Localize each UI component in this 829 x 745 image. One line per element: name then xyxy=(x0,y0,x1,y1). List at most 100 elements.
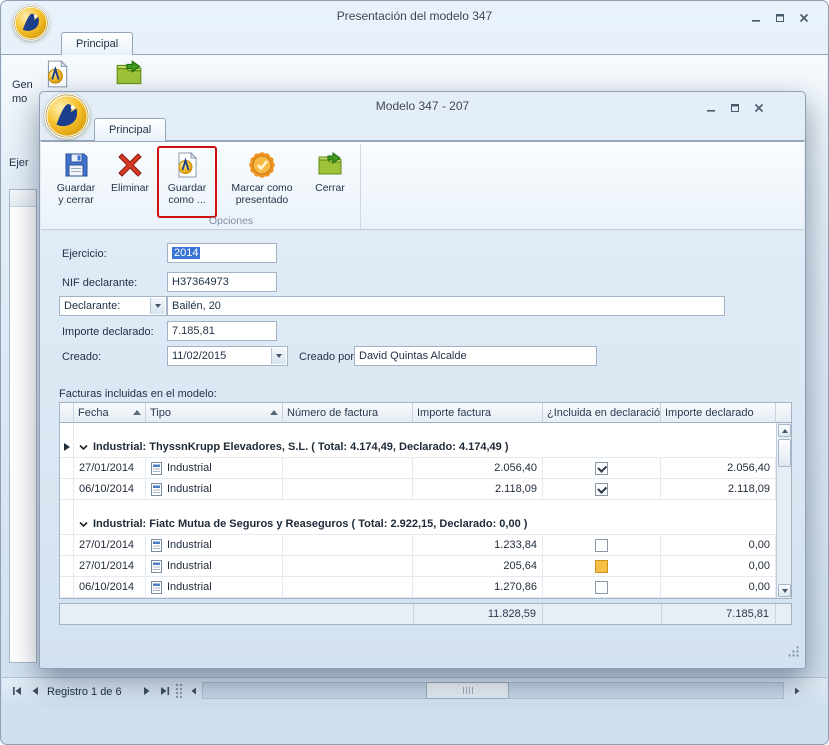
creado-date-picker[interactable]: 11/02/2015 xyxy=(167,346,288,366)
cell-importe: 205,64 xyxy=(413,556,543,577)
included-checkbox[interactable] xyxy=(595,483,608,496)
minimize-icon[interactable] xyxy=(701,100,721,115)
background-grid-header xyxy=(10,190,36,207)
col-fecha[interactable]: Fecha xyxy=(74,403,146,423)
dialog-title: Modelo 347 - 207 xyxy=(40,99,805,113)
col-numero[interactable]: Número de factura xyxy=(283,403,413,423)
navigator-splitter[interactable] xyxy=(175,683,182,699)
cell-incluida xyxy=(543,458,661,479)
restore-icon[interactable] xyxy=(770,10,790,25)
collapse-chevron-icon[interactable] xyxy=(79,444,88,451)
app-logo-icon xyxy=(44,93,90,139)
cell-tipo: Industrial xyxy=(146,577,283,598)
cell-tipo: Industrial xyxy=(146,535,283,556)
cell-importe: 2.118,09 xyxy=(413,479,543,500)
included-checkbox[interactable] xyxy=(595,581,608,594)
cell-incluida xyxy=(543,479,661,500)
included-checkbox[interactable] xyxy=(595,462,608,475)
ribbon-group-caption: Opciones xyxy=(209,215,253,227)
close-folder-icon[interactable] xyxy=(114,59,144,89)
table-row[interactable]: 06/10/2014 Industrial 2.118,09 2.118,09 xyxy=(60,479,776,500)
cell-tipo: Industrial xyxy=(146,556,283,577)
background-grid-edge xyxy=(9,189,37,663)
first-record-icon[interactable] xyxy=(8,682,25,699)
declarante-input[interactable]: Bailén, 20 xyxy=(167,296,725,316)
cell-tipo: Industrial xyxy=(146,479,283,500)
table-row[interactable]: 06/10/2014 Industrial 1.270,86 0,00 xyxy=(60,577,776,598)
cell-fecha: 27/01/2014 xyxy=(74,458,146,479)
grid-header-corner xyxy=(776,403,791,423)
scroll-up-icon[interactable] xyxy=(778,424,791,437)
main-tab-principal[interactable]: Principal xyxy=(61,32,133,55)
col-importe-factura[interactable]: Importe factura xyxy=(413,403,543,423)
dialog-window-controls xyxy=(701,100,769,115)
group-spacer-row xyxy=(60,423,776,437)
close-button[interactable]: Cerrar xyxy=(305,146,355,218)
app-menu-button[interactable] xyxy=(13,5,49,41)
save-and-close-button[interactable]: Guardar y cerrar xyxy=(51,146,101,218)
col-incluida[interactable]: ¿Incluida en declaración? xyxy=(543,403,661,423)
cell-fecha: 06/10/2014 xyxy=(74,577,146,598)
creado-por-input[interactable]: David Quintas Alcalde xyxy=(354,346,597,366)
scroll-right-icon[interactable] xyxy=(788,682,805,699)
mark-as-presented-button[interactable]: Marcar como presentado xyxy=(221,146,303,218)
invoices-caption: Facturas incluidas en el modelo: xyxy=(59,388,217,400)
ribbon-group-opciones: Guardar y cerrar Eliminar xyxy=(49,144,361,229)
main-window: Presentación del modelo 347 Principal xyxy=(0,0,829,745)
chevron-down-icon[interactable] xyxy=(271,348,286,364)
indicator-header xyxy=(60,403,74,423)
vertical-scrollbar[interactable] xyxy=(776,423,791,598)
group-header-row[interactable]: Industrial: Fiatc Mutua de Seguros y Rea… xyxy=(60,514,776,535)
save-as-button[interactable]: Guardar como ... xyxy=(157,146,217,218)
scroll-left-icon[interactable] xyxy=(185,682,202,699)
table-row[interactable]: 27/01/2014 Industrial 2.056,40 2.056,40 xyxy=(60,458,776,479)
cell-fecha: 27/01/2014 xyxy=(74,556,146,577)
next-record-icon[interactable] xyxy=(138,682,155,699)
invoices-grid: Fecha Tipo Número de factura Importe fac… xyxy=(59,402,792,599)
focused-row-indicator xyxy=(64,443,70,451)
last-record-icon[interactable] xyxy=(156,682,173,699)
ejercicio-input[interactable]: 2014 xyxy=(167,243,277,263)
grid-header: Fecha Tipo Número de factura Importe fac… xyxy=(60,403,776,423)
creado-label: Creado: xyxy=(62,351,101,363)
cell-numero xyxy=(283,479,413,500)
included-checkbox[interactable] xyxy=(595,560,608,573)
previous-record-icon[interactable] xyxy=(26,682,43,699)
declarante-selector[interactable]: Declarante: xyxy=(59,296,167,316)
col-tipo[interactable]: Tipo xyxy=(146,403,283,423)
scroll-down-icon[interactable] xyxy=(778,584,791,597)
document-logo-icon xyxy=(173,151,201,179)
minimize-icon[interactable] xyxy=(746,10,766,25)
included-checkbox[interactable] xyxy=(595,539,608,552)
cell-fecha: 27/01/2014 xyxy=(74,535,146,556)
horizontal-scrollbar-thumb[interactable] xyxy=(426,682,509,699)
total-importe-declarado: 7.185,81 xyxy=(661,604,776,624)
app-menu-button[interactable] xyxy=(44,93,90,139)
resize-grip[interactable] xyxy=(786,644,800,663)
vertical-scrollbar-thumb[interactable] xyxy=(778,439,791,467)
dialog-tab-principal[interactable]: Principal xyxy=(94,118,166,141)
table-row[interactable]: 27/01/2014 Industrial 205,64 0,00 xyxy=(60,556,776,577)
selected-text: 2014 xyxy=(172,247,200,259)
grid-summary-row: 11.828,59 7.185,81 xyxy=(59,603,792,625)
col-importe-declarado[interactable]: Importe declarado xyxy=(661,403,776,423)
orange-seal-icon xyxy=(248,151,276,179)
generate-model-icon[interactable] xyxy=(42,59,72,89)
importe-declarado-label: Importe declarado: xyxy=(62,326,154,338)
close-icon[interactable] xyxy=(749,100,769,115)
chevron-down-icon[interactable] xyxy=(150,298,165,314)
form-label-clipped: Ejer xyxy=(9,157,29,169)
importe-declarado-input[interactable]: 7.185,81 xyxy=(167,321,277,341)
invoice-doc-icon xyxy=(151,539,162,552)
delete-button[interactable]: Eliminar xyxy=(105,146,155,218)
close-icon[interactable] xyxy=(794,10,814,25)
nif-input[interactable]: H37364973 xyxy=(167,272,277,292)
app-logo-icon xyxy=(13,5,49,41)
cell-declarado: 0,00 xyxy=(661,577,776,598)
group-header-row[interactable]: Industrial: ThyssnKrupp Elevadores, S.L.… xyxy=(60,437,776,458)
restore-icon[interactable] xyxy=(725,100,745,115)
collapse-chevron-icon[interactable] xyxy=(79,521,88,528)
table-row[interactable]: 27/01/2014 Industrial 1.233,84 0,00 xyxy=(60,535,776,556)
invoice-doc-icon xyxy=(151,483,162,496)
green-folder-arrow-icon xyxy=(316,151,344,179)
